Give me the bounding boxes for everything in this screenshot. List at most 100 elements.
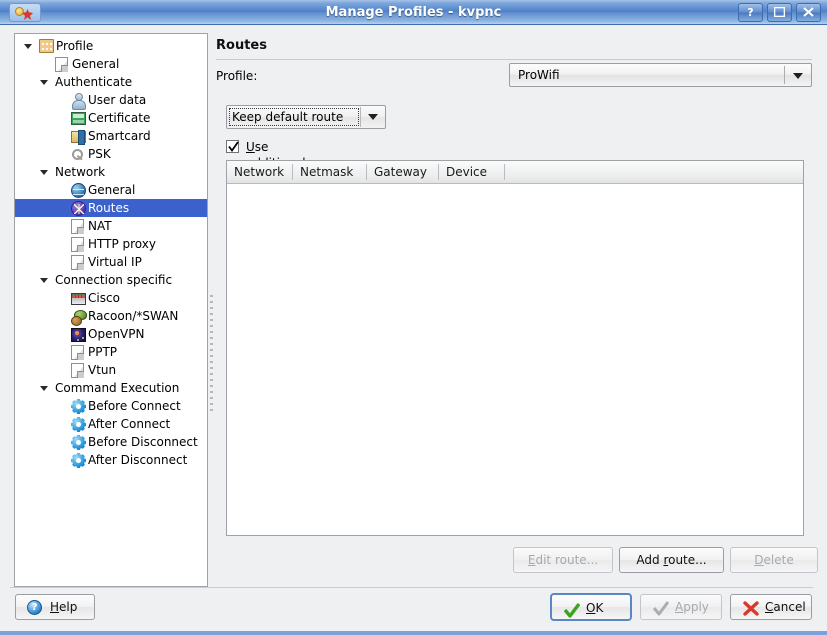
checkmark-icon (563, 601, 581, 627)
sidebar-item-user-data[interactable]: User data (15, 91, 207, 110)
document-icon (71, 219, 84, 234)
apply-accel: A (675, 600, 684, 614)
sidebar-item-authenticate[interactable]: Authenticate (15, 73, 207, 91)
cancel-label: ancel (773, 600, 806, 614)
sidebar-item-general[interactable]: General (15, 55, 207, 73)
chevron-down-icon[interactable] (40, 168, 49, 177)
delete-route-button[interactable]: Delete (730, 547, 818, 573)
profile-icon (39, 39, 54, 53)
sidebar-item-vtun[interactable]: Vtun (15, 361, 207, 379)
sidebar-item-after-connect[interactable]: After Connect (15, 415, 207, 433)
sidebar-item-label: OpenVPN (88, 327, 145, 341)
sidebar-item-label: User data (88, 93, 147, 107)
route-mode-value: Keep default route (232, 110, 344, 124)
apply-label: pply (683, 600, 709, 614)
gear-icon (71, 453, 86, 468)
ok-label: K (595, 601, 604, 615)
profile-select[interactable]: ProWifi (509, 63, 812, 87)
sidebar-item-label: Connection specific (55, 273, 173, 287)
gear-icon (71, 435, 86, 450)
sidebar-item-label: After Disconnect (88, 453, 188, 467)
cancel-button[interactable]: Cancel (730, 594, 812, 620)
sidebar-item-virtual-ip[interactable]: Virtual IP (15, 253, 207, 271)
openvpn-icon (71, 328, 86, 342)
sidebar-item-nat[interactable]: NAT (15, 217, 207, 235)
page-title: Routes (216, 38, 267, 53)
route-mode-select[interactable]: Keep default route (226, 105, 386, 129)
help-accel: H (50, 600, 60, 614)
sidebar-item-label: Routes (88, 201, 130, 215)
document-icon (55, 57, 68, 72)
delete-label: elete (763, 553, 794, 567)
column-header-gateway[interactable]: Gateway (367, 161, 439, 183)
delete-accel: D (754, 553, 764, 567)
sidebar-item-routes[interactable]: Routes (15, 199, 207, 217)
column-header-network[interactable]: Network (227, 161, 293, 183)
sidebar-item-label: HTTP proxy (88, 237, 156, 251)
help-window-button[interactable]: ? (738, 3, 763, 22)
edit-route-button[interactable]: Edit route... (513, 547, 613, 573)
document-icon (71, 255, 84, 270)
footer-separator (10, 587, 813, 588)
chevron-down-icon[interactable] (40, 384, 49, 393)
ok-button[interactable]: OK (550, 593, 632, 621)
routes-table[interactable]: Network Netmask Gateway Device (226, 160, 804, 536)
sidebar-item-connection-specific[interactable]: Connection specific (15, 271, 207, 289)
sidebar-item-before-connect[interactable]: Before Connect (15, 397, 207, 415)
routes-table-header: Network Netmask Gateway Device (227, 161, 803, 184)
maximize-icon[interactable] (767, 3, 792, 22)
column-header-device[interactable]: Device (439, 161, 505, 183)
apply-button[interactable]: Apply (640, 594, 722, 620)
manage-profiles-window: Manage Profiles - kvpnc ? Profile General… (0, 0, 827, 635)
sidebar-item-label: Before Connect (88, 399, 181, 413)
title-separator (216, 59, 812, 60)
sidebar-item-label: Racoon/*SWAN (88, 309, 179, 323)
sidebar-item-certificate[interactable]: Certificate (15, 109, 207, 127)
chevron-down-icon[interactable] (40, 78, 49, 87)
checkmark-icon (652, 600, 670, 624)
chevron-down-icon[interactable] (40, 276, 49, 285)
sidebar-item-profile[interactable]: Profile (15, 37, 207, 55)
sidebar-item-label: General (72, 57, 120, 71)
sidebar-item-label: Authenticate (55, 75, 133, 89)
key-icon (71, 148, 85, 162)
sidebar-item-http-proxy[interactable]: HTTP proxy (15, 235, 207, 253)
sidebar-item-label: PSK (88, 147, 111, 161)
chevron-down-icon[interactable] (24, 42, 33, 51)
sidebar-item-label: Command Execution (55, 381, 180, 395)
sidebar-item-smartcard[interactable]: Smartcard (15, 127, 207, 145)
sidebar-item-label: Before Disconnect (88, 435, 198, 449)
chevron-down-icon (368, 114, 378, 120)
sidebar-item-racoon-swan[interactable]: Racoon/*SWAN (15, 307, 207, 326)
sidebar-item-command-execution[interactable]: Command Execution (15, 379, 207, 397)
close-x-icon (743, 600, 759, 624)
sidebar-item-general[interactable]: General (15, 181, 207, 199)
window-controls: ? (738, 3, 821, 22)
sidebar-item-label: NAT (88, 219, 112, 233)
help-button[interactable]: ? Help (15, 594, 95, 620)
add-route-button[interactable]: Add route... (619, 547, 724, 573)
sidebar-item-pptp[interactable]: PPTP (15, 343, 207, 361)
close-icon[interactable] (796, 3, 821, 22)
settings-tree-list: Profile General Authenticate User data Certi… (15, 34, 207, 586)
sidebar-item-before-disconnect[interactable]: Before Disconnect (15, 433, 207, 451)
profile-select-value: ProWifi (518, 68, 560, 82)
sidebar-item-after-disconnect[interactable]: After Disconnect (15, 451, 207, 469)
sidebar-item-label: Network (55, 165, 106, 179)
sidebar-item-openvpn[interactable]: OpenVPN (15, 325, 207, 343)
sidebar-item-label: Cisco (88, 291, 120, 305)
checkbox-accel: U (246, 140, 255, 154)
routes-page: Routes Profile: ProWifi Keep default rou… (216, 33, 818, 587)
column-header-netmask[interactable]: Netmask (293, 161, 367, 183)
title-bar[interactable]: Manage Profiles - kvpnc ? (0, 0, 827, 25)
sidebar-item-network[interactable]: Network (15, 163, 207, 181)
settings-tree[interactable]: Profile General Authenticate User data Certi… (14, 33, 208, 587)
sidebar-item-label: PPTP (88, 345, 118, 359)
window-title: Manage Profiles - kvpnc (325, 5, 502, 20)
sidebar-item-label: Smartcard (88, 129, 151, 143)
sidebar-item-label: Certificate (88, 111, 151, 125)
panel-splitter-handle[interactable] (209, 295, 214, 415)
sidebar-item-cisco[interactable]: Cisco (15, 289, 207, 307)
sidebar-item-psk[interactable]: PSK (15, 145, 207, 163)
sidebar-item-label: General (88, 183, 136, 197)
